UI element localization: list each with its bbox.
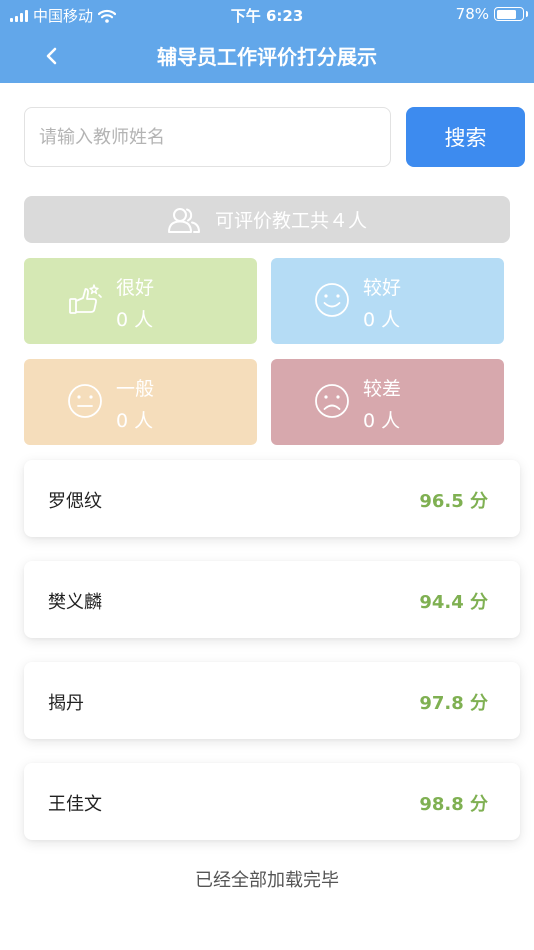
app-header: 中国移动 下午 6:23 78% 辅导员工作评价打分展示 bbox=[0, 0, 534, 83]
teacher-name: 罗偲纹 bbox=[48, 491, 102, 512]
teacher-score: 97.8 分 bbox=[419, 693, 488, 714]
sad-face-icon bbox=[315, 384, 349, 418]
category-card-average[interactable]: 一般 0 人 bbox=[24, 359, 257, 445]
teacher-score: 94.4 分 bbox=[419, 592, 488, 613]
battery-percent: 78% bbox=[455, 5, 489, 23]
teacher-score: 98.8 分 bbox=[419, 794, 488, 815]
load-complete-text: 已经全部加载完毕 bbox=[195, 870, 339, 891]
search-button[interactable]: 搜索 bbox=[406, 107, 525, 167]
summary-text: 可评价教工共４人 bbox=[214, 210, 367, 232]
neutral-face-icon bbox=[68, 384, 102, 418]
teacher-name: 樊义麟 bbox=[48, 592, 102, 613]
status-right: 78% bbox=[455, 5, 528, 23]
search-input[interactable] bbox=[24, 107, 391, 167]
page-title: 辅导员工作评价打分展示 bbox=[157, 45, 377, 69]
thumbs-up-icon bbox=[69, 284, 102, 314]
teacher-row[interactable]: 揭丹 97.8 分 bbox=[24, 662, 520, 739]
teacher-name: 王佳文 bbox=[48, 794, 102, 815]
people-icon bbox=[167, 207, 200, 233]
battery-level bbox=[496, 9, 516, 19]
category-count: 0 人 bbox=[116, 410, 154, 432]
summary-bar: 可评价教工共４人 bbox=[24, 196, 510, 243]
status-bar: 中国移动 下午 6:23 78% bbox=[0, 0, 534, 28]
nav-bar: 辅导员工作评价打分展示 bbox=[0, 28, 534, 83]
category-card-very-good[interactable]: 很好 0 人 bbox=[24, 258, 257, 344]
category-count: 0 人 bbox=[363, 309, 401, 331]
category-label: 较差 bbox=[363, 378, 402, 400]
teacher-name: 揭丹 bbox=[48, 693, 84, 714]
teacher-score: 96.5 分 bbox=[419, 491, 488, 512]
category-count: 0 人 bbox=[116, 309, 154, 331]
category-card-poor[interactable]: 较差 0 人 bbox=[271, 359, 504, 445]
category-label: 很好 bbox=[116, 277, 155, 299]
status-time: 下午 6:23 bbox=[230, 7, 304, 25]
category-label: 较好 bbox=[363, 277, 402, 299]
smile-face-icon bbox=[315, 283, 349, 317]
teacher-row[interactable]: 王佳文 98.8 分 bbox=[24, 763, 520, 840]
category-count: 0 人 bbox=[363, 410, 401, 432]
teacher-row[interactable]: 樊义麟 94.4 分 bbox=[24, 561, 520, 638]
battery-icon bbox=[494, 7, 528, 21]
category-card-good[interactable]: 较好 0 人 bbox=[271, 258, 504, 344]
teacher-row[interactable]: 罗偲纹 96.5 分 bbox=[24, 460, 520, 537]
category-label: 一般 bbox=[116, 378, 155, 400]
